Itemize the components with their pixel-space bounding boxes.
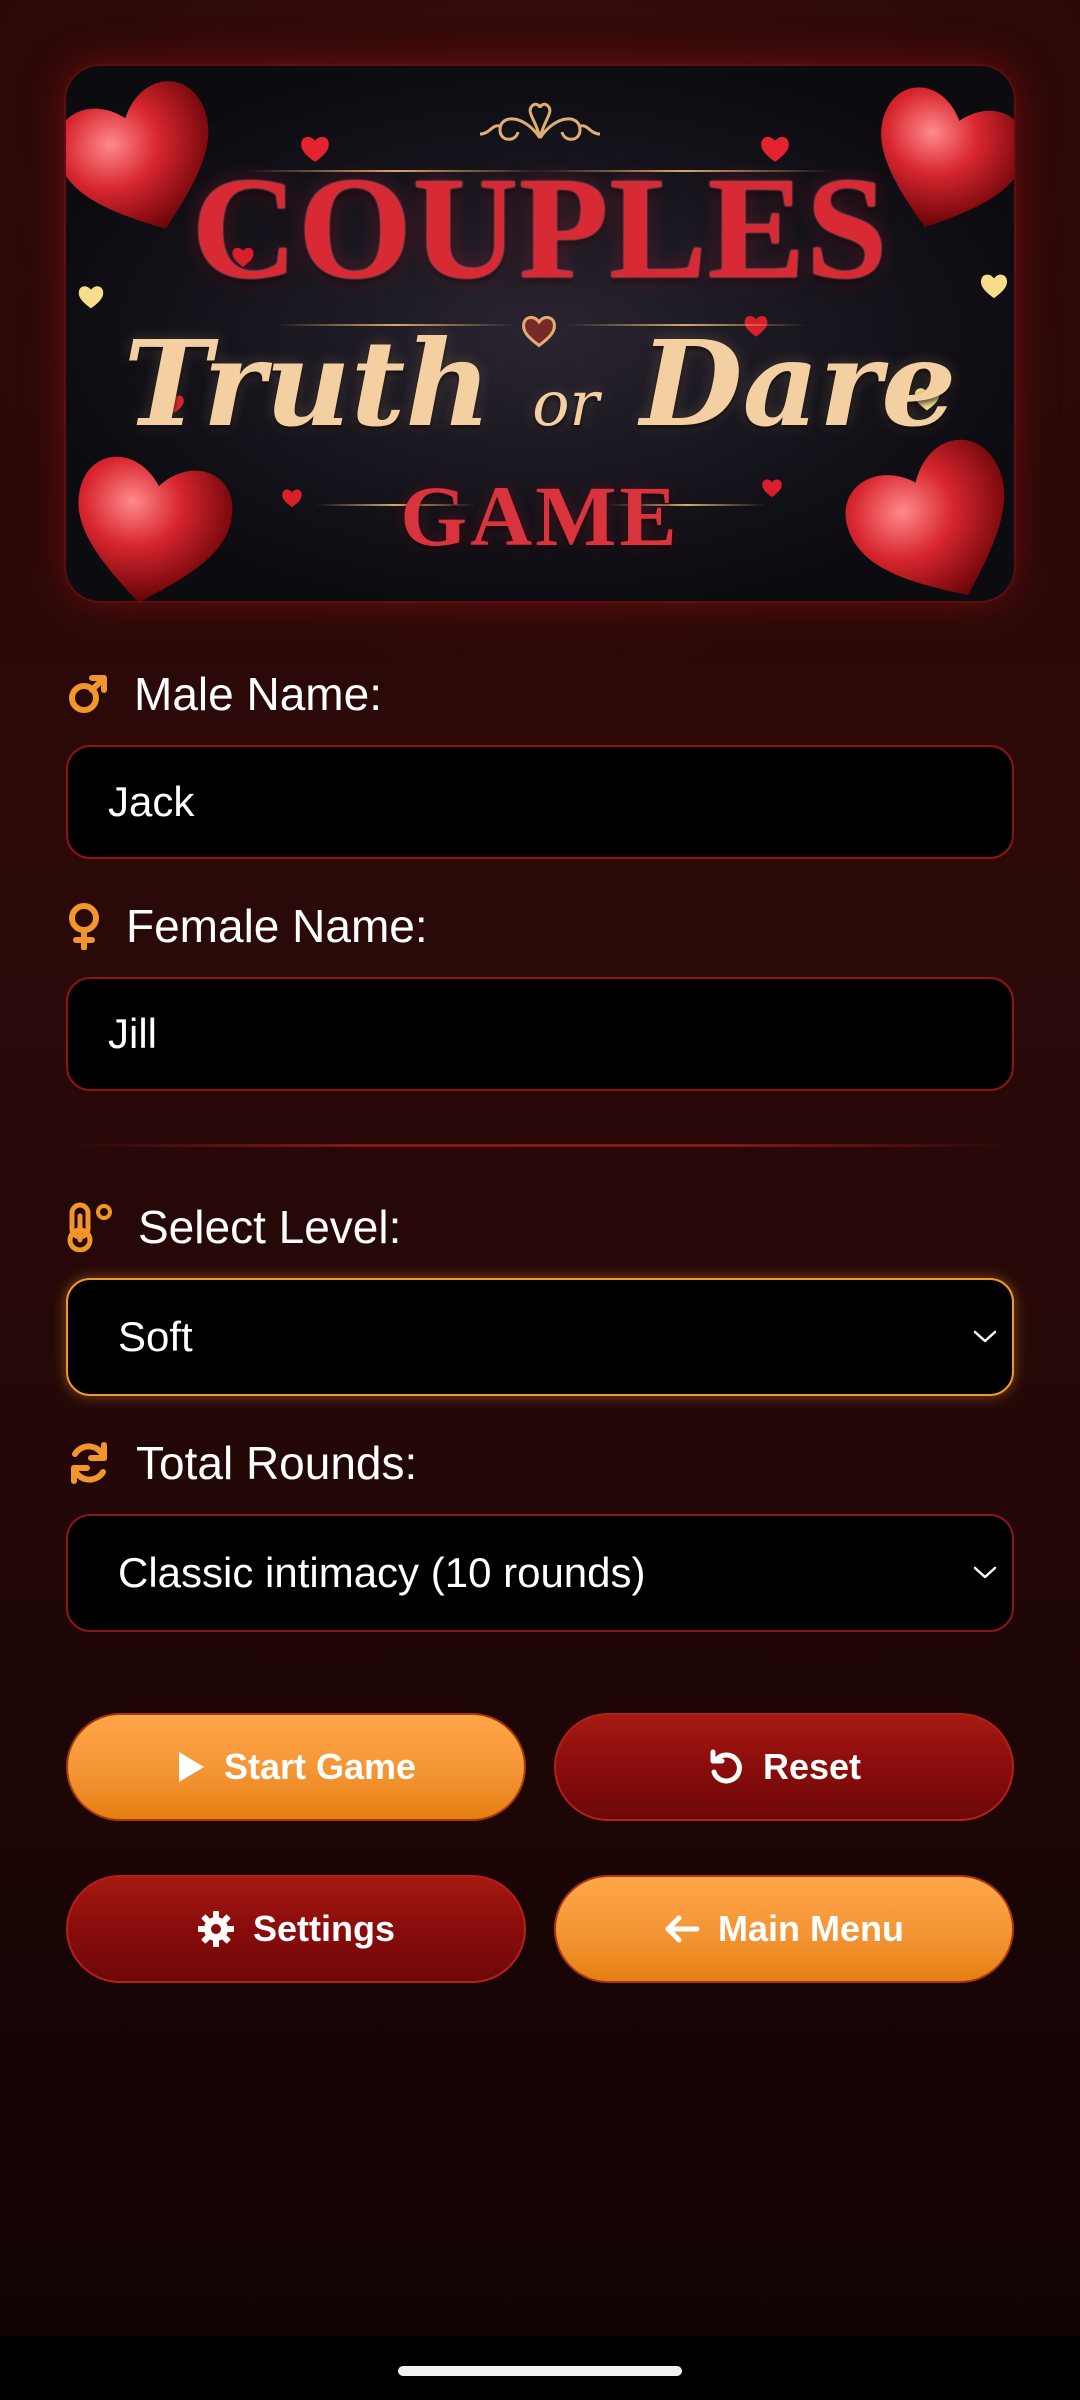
undo-icon xyxy=(707,1748,745,1786)
female-name-input-field[interactable] xyxy=(108,1010,1012,1058)
banner-title-truth: Truth xyxy=(123,314,492,453)
thermometer-icon xyxy=(67,1202,112,1252)
arrow-left-icon xyxy=(664,1914,700,1944)
total-rounds-label-text: Total Rounds: xyxy=(136,1437,418,1489)
female-name-label: Female Name: xyxy=(66,896,428,956)
banner-title-or: or xyxy=(532,367,600,440)
settings-button[interactable]: Settings xyxy=(66,1875,526,1983)
total-rounds-label: Total Rounds: xyxy=(66,1433,417,1493)
male-name-input[interactable] xyxy=(66,745,1014,859)
select-level-label: Select Level: xyxy=(66,1197,401,1257)
rounds-select-value: Classic intimacy (10 rounds) xyxy=(118,1549,646,1596)
game-banner: COUPLES Truth or Dare GAME xyxy=(66,66,1014,601)
settings-button-label: Settings xyxy=(252,1908,395,1949)
gear-icon xyxy=(197,1910,235,1948)
main-menu-button[interactable]: Main Menu xyxy=(554,1875,1014,1983)
reset-button-label: Reset xyxy=(762,1746,862,1787)
select-level-label-text: Select Level: xyxy=(138,1201,402,1253)
home-indicator[interactable] xyxy=(398,2366,682,2376)
level-select-value: Soft xyxy=(118,1313,193,1360)
section-divider xyxy=(66,1144,1014,1147)
banner-title-couples: COUPLES xyxy=(191,147,889,309)
level-select[interactable]: Soft xyxy=(66,1278,1014,1396)
male-name-label-text: Male Name: xyxy=(134,668,382,720)
play-icon xyxy=(176,1750,206,1784)
rounds-select[interactable]: Classic intimacy (10 rounds) xyxy=(66,1514,1014,1632)
male-name-label: Male Name: xyxy=(66,664,382,724)
female-icon xyxy=(69,903,99,950)
female-name-label-text: Female Name: xyxy=(126,900,428,952)
chevron-down-icon xyxy=(973,1566,997,1579)
start-game-button[interactable]: Start Game xyxy=(66,1713,526,1821)
male-icon xyxy=(69,675,107,713)
chevron-down-icon xyxy=(973,1330,997,1343)
female-name-input[interactable] xyxy=(66,977,1014,1091)
male-name-input-field[interactable] xyxy=(108,778,1012,826)
reset-button[interactable]: Reset xyxy=(554,1713,1014,1821)
main-menu-button-label: Main Menu xyxy=(718,1908,904,1949)
banner-title-game: GAME xyxy=(400,468,680,564)
banner-title-truth-or-dare: Truth or Dare xyxy=(66,314,1014,453)
start-game-button-label: Start Game xyxy=(223,1746,417,1787)
banner-title-dare: Dare xyxy=(640,314,957,453)
refresh-icon xyxy=(71,1442,107,1484)
